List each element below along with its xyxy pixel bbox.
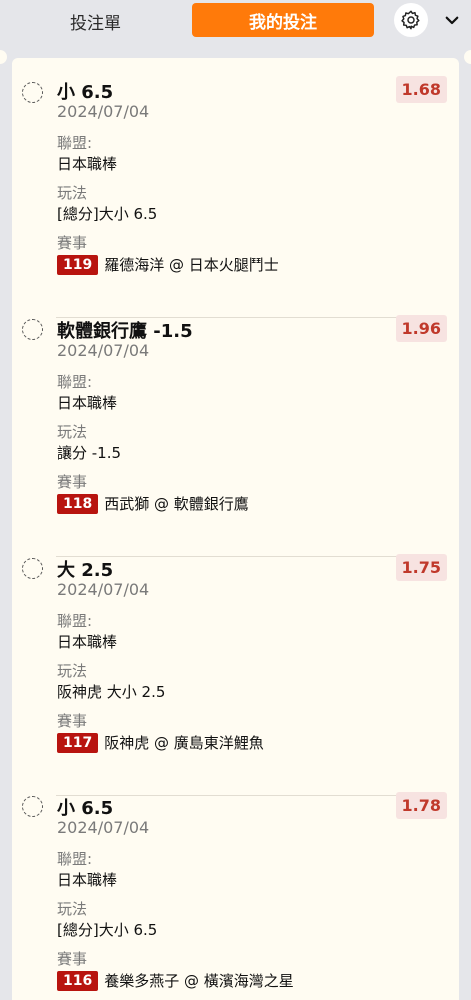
chevron-down-icon xyxy=(445,16,459,25)
top-bar: 投注單 我的投注 xyxy=(0,0,471,46)
tab-my-bets[interactable]: 我的投注 xyxy=(192,3,374,37)
league-label: 聯盟: xyxy=(57,373,93,391)
select-circle-icon[interactable] xyxy=(22,796,43,817)
market-value: 讓分 -1.5 xyxy=(57,444,122,462)
event-value: 119 羅德海洋 @ 日本火腿鬥士 xyxy=(57,254,279,275)
panel-top-edge xyxy=(0,46,471,70)
event-value: 118 西武獅 @ 軟體銀行鷹 xyxy=(57,493,249,514)
gear-icon xyxy=(401,10,420,30)
bet-item[interactable]: 小 6.5 1.78 2024/07/04 聯盟: 日本職棒 玩法 [總分]大小… xyxy=(0,792,471,1000)
event-value: 116 養樂多燕子 @ 橫濱海灣之星 xyxy=(57,970,294,991)
tab-bet-slip[interactable]: 投注單 xyxy=(70,9,121,34)
bet-selection: 軟體銀行鷹 -1.5 xyxy=(57,321,193,342)
league-value: 日本職棒 xyxy=(57,155,118,173)
match-name: 阪神虎 @ 廣島東洋鯉魚 xyxy=(104,734,264,752)
match-number-badge: 119 xyxy=(57,254,99,275)
panel-left-gutter xyxy=(0,70,12,1000)
dropdown-button[interactable] xyxy=(440,8,464,32)
panel-right-gutter xyxy=(459,70,471,1000)
league-value: 日本職棒 xyxy=(57,871,118,889)
odds-badge: 1.68 xyxy=(395,76,447,103)
bet-selection: 小 6.5 xyxy=(57,798,114,819)
bet-item[interactable]: 小 6.5 1.68 2024/07/04 聯盟: 日本職棒 玩法 [總分]大小… xyxy=(0,76,471,318)
market-label: 玩法 xyxy=(57,662,88,680)
select-circle-icon[interactable] xyxy=(22,558,43,579)
match-number-badge: 118 xyxy=(57,493,99,514)
bet-selection: 小 6.5 xyxy=(57,82,114,103)
bet-item[interactable]: 軟體銀行鷹 -1.5 1.96 2024/07/04 聯盟: 日本職棒 玩法 讓… xyxy=(0,315,471,557)
select-circle-icon[interactable] xyxy=(22,82,43,103)
odds-badge: 1.75 xyxy=(395,554,447,581)
my-bets-panel: 小 6.5 1.68 2024/07/04 聯盟: 日本職棒 玩法 [總分]大小… xyxy=(0,46,471,1000)
event-label: 賽事 xyxy=(57,950,88,968)
market-value: 阪神虎 大小 2.5 xyxy=(57,683,166,701)
market-value: [總分]大小 6.5 xyxy=(57,205,158,223)
bet-item[interactable]: 大 2.5 1.75 2024/07/04 聯盟: 日本職棒 玩法 阪神虎 大小… xyxy=(0,554,471,796)
event-label: 賽事 xyxy=(57,712,88,730)
match-name: 養樂多燕子 @ 橫濱海灣之星 xyxy=(104,972,294,990)
league-value: 日本職棒 xyxy=(57,394,118,412)
odds-badge: 1.96 xyxy=(395,315,447,342)
market-label: 玩法 xyxy=(57,423,88,441)
league-label: 聯盟: xyxy=(57,850,93,868)
match-number-badge: 117 xyxy=(57,732,99,753)
market-label: 玩法 xyxy=(57,184,88,202)
bet-date: 2024/07/04 xyxy=(57,102,150,121)
match-name: 西武獅 @ 軟體銀行鷹 xyxy=(104,495,249,513)
select-circle-icon[interactable] xyxy=(22,319,43,340)
match-number-badge: 116 xyxy=(57,970,99,991)
bet-selection: 大 2.5 xyxy=(57,560,114,581)
league-value: 日本職棒 xyxy=(57,633,118,651)
bet-date: 2024/07/04 xyxy=(57,341,150,360)
settings-button[interactable] xyxy=(394,3,428,37)
event-value: 117 阪神虎 @ 廣島東洋鯉魚 xyxy=(57,732,264,753)
match-name: 羅德海洋 @ 日本火腿鬥士 xyxy=(104,256,279,274)
event-label: 賽事 xyxy=(57,234,88,252)
league-label: 聯盟: xyxy=(57,612,93,630)
odds-badge: 1.78 xyxy=(395,792,447,819)
market-label: 玩法 xyxy=(57,900,88,918)
bet-date: 2024/07/04 xyxy=(57,580,150,599)
bet-date: 2024/07/04 xyxy=(57,818,150,837)
market-value: [總分]大小 6.5 xyxy=(57,921,158,939)
league-label: 聯盟: xyxy=(57,134,93,152)
event-label: 賽事 xyxy=(57,473,88,491)
